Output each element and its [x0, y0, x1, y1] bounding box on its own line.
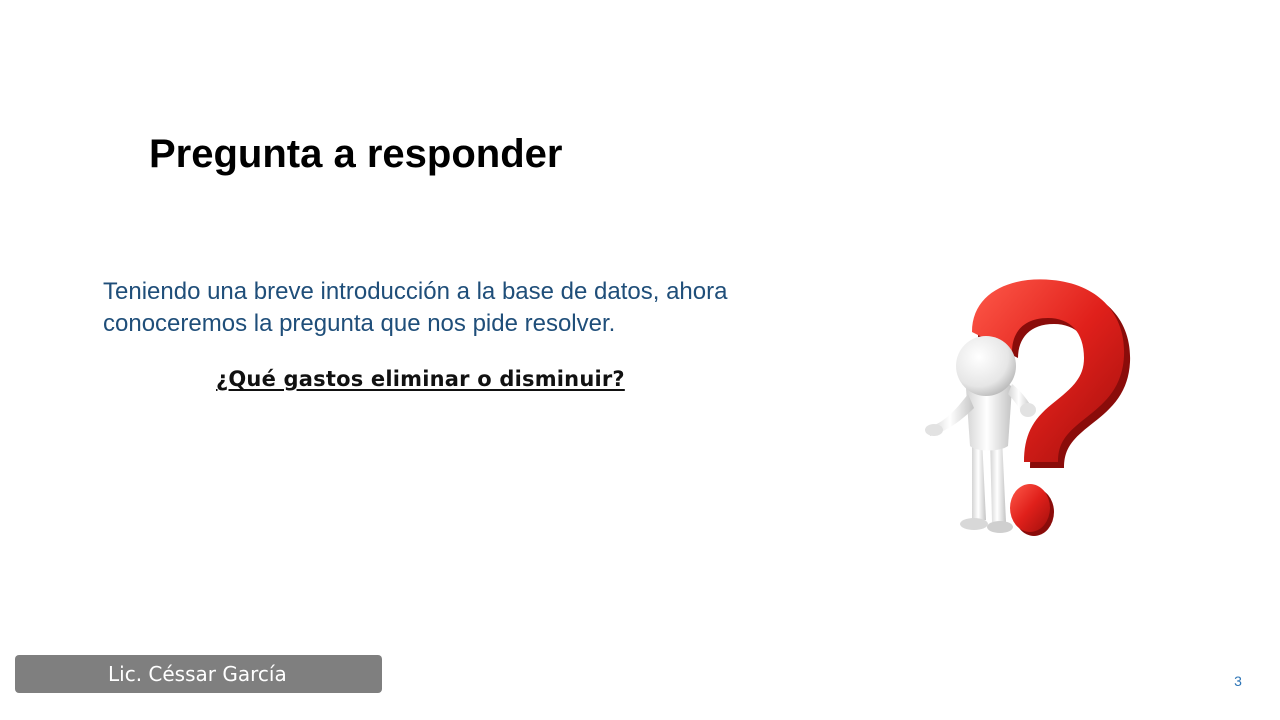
key-question: ¿Qué gastos eliminar o disminuir?: [216, 367, 625, 391]
question-mark-person-icon: [920, 270, 1140, 540]
slide-title: Pregunta a responder: [149, 132, 563, 176]
footer-author: Lic. Céssar García: [108, 662, 287, 686]
intro-line: Teniendo una breve introducción a la bas…: [103, 278, 728, 305]
page-number: 3: [1234, 673, 1242, 689]
intro-paragraph: Teniendo una breve introducción a la bas…: [103, 276, 823, 340]
footer-author-box: Lic. Céssar García: [15, 655, 382, 693]
intro-line: conoceremos la pregunta que nos pide res…: [103, 310, 616, 337]
slide: Pregunta a responder Teniendo una breve …: [0, 0, 1280, 720]
